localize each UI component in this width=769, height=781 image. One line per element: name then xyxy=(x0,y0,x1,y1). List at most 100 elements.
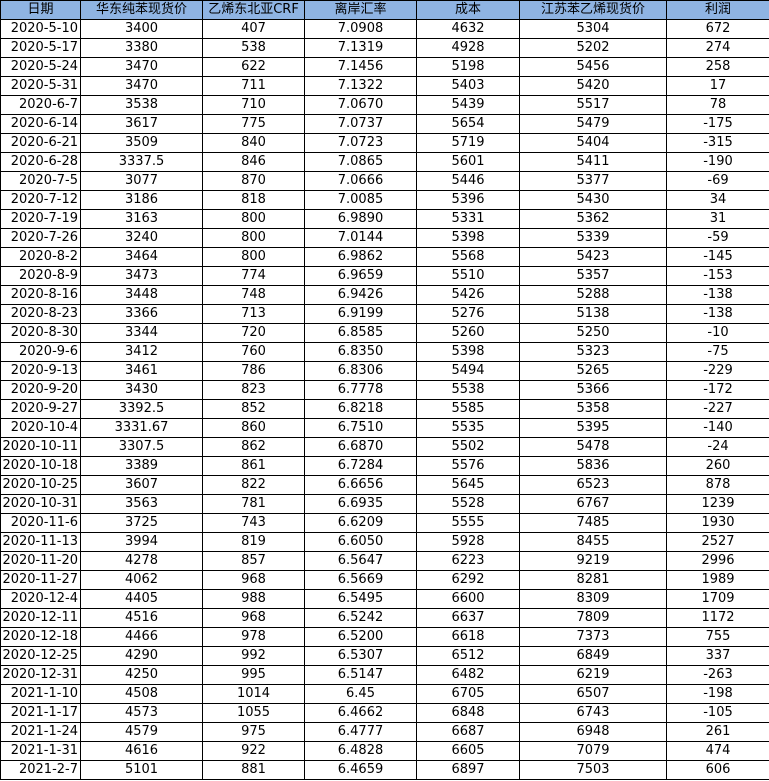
cell-profit: 606 xyxy=(666,760,769,780)
cell-ethylene-ne-asia-crf: 992 xyxy=(202,646,305,666)
table-row: 2020-5-17 3380 538 7.1319 4928 5202 274 xyxy=(0,38,769,58)
cell-date: 2020-7-26 xyxy=(0,228,81,248)
table-row: 2020-7-19 3163 800 6.9890 5331 5362 31 xyxy=(0,209,769,229)
cell-east-china-benzene-spot: 3563 xyxy=(80,494,203,514)
cell-profit: 337 xyxy=(666,646,769,666)
cell-profit: 2527 xyxy=(666,532,769,552)
cell-offshore-exchange-rate: 6.8218 xyxy=(304,399,417,419)
cell-date: 2020-12-25 xyxy=(0,646,81,666)
cell-cost: 6512 xyxy=(416,646,520,666)
cell-offshore-exchange-rate: 7.1322 xyxy=(304,76,417,96)
cell-profit: 261 xyxy=(666,722,769,742)
cell-date: 2020-10-18 xyxy=(0,456,81,476)
cell-jiangsu-styrene-spot: 5304 xyxy=(519,19,667,39)
cell-date: 2020-6-7 xyxy=(0,95,81,115)
cell-ethylene-ne-asia-crf: 846 xyxy=(202,152,305,172)
table-row: 2020-12-11 4516 968 6.5242 6637 7809 1172 xyxy=(0,608,769,628)
cell-east-china-benzene-spot: 3412 xyxy=(80,342,203,362)
cell-east-china-benzene-spot: 3331.67 xyxy=(80,418,203,438)
cell-ethylene-ne-asia-crf: 988 xyxy=(202,589,305,609)
cell-east-china-benzene-spot: 3464 xyxy=(80,247,203,267)
cell-offshore-exchange-rate: 6.7510 xyxy=(304,418,417,438)
cell-cost: 4632 xyxy=(416,19,520,39)
cell-offshore-exchange-rate: 7.0723 xyxy=(304,133,417,153)
cell-cost: 6482 xyxy=(416,665,520,685)
cell-jiangsu-styrene-spot: 9219 xyxy=(519,551,667,571)
cell-jiangsu-styrene-spot: 6849 xyxy=(519,646,667,666)
cell-date: 2020-10-25 xyxy=(0,475,81,495)
cell-east-china-benzene-spot: 3344 xyxy=(80,323,203,343)
cell-profit: -227 xyxy=(666,399,769,419)
styrene-profit-table: 日期 华东纯苯现货价 乙烯东北亚CRF 离岸汇率 成本 江苏苯乙烯现货价 利润 … xyxy=(0,0,769,780)
cell-offshore-exchange-rate: 6.8306 xyxy=(304,361,417,381)
cell-ethylene-ne-asia-crf: 1014 xyxy=(202,684,305,704)
cell-date: 2020-10-31 xyxy=(0,494,81,514)
cell-east-china-benzene-spot: 4405 xyxy=(80,589,203,609)
cell-offshore-exchange-rate: 6.8585 xyxy=(304,323,417,343)
cell-profit: -315 xyxy=(666,133,769,153)
table-row: 2020-9-20 3430 823 6.7778 5538 5366 -172 xyxy=(0,380,769,400)
cell-ethylene-ne-asia-crf: 622 xyxy=(202,57,305,77)
cell-offshore-exchange-rate: 7.1319 xyxy=(304,38,417,58)
cell-profit: -10 xyxy=(666,323,769,343)
cell-east-china-benzene-spot: 3380 xyxy=(80,38,203,58)
cell-jiangsu-styrene-spot: 5456 xyxy=(519,57,667,77)
cell-profit: -190 xyxy=(666,152,769,172)
cell-east-china-benzene-spot: 3430 xyxy=(80,380,203,400)
table-row: 2020-11-27 4062 968 6.5669 6292 8281 1989 xyxy=(0,570,769,590)
header-jiangsu-styrene-spot: 江苏苯乙烯现货价 xyxy=(519,0,667,20)
cell-profit: 1239 xyxy=(666,494,769,514)
cell-ethylene-ne-asia-crf: 407 xyxy=(202,19,305,39)
cell-date: 2020-6-21 xyxy=(0,133,81,153)
cell-date: 2020-6-14 xyxy=(0,114,81,134)
cell-profit: 78 xyxy=(666,95,769,115)
cell-jiangsu-styrene-spot: 5366 xyxy=(519,380,667,400)
cell-east-china-benzene-spot: 3509 xyxy=(80,133,203,153)
cell-ethylene-ne-asia-crf: 822 xyxy=(202,475,305,495)
cell-profit: 31 xyxy=(666,209,769,229)
cell-offshore-exchange-rate: 7.0865 xyxy=(304,152,417,172)
cell-jiangsu-styrene-spot: 6523 xyxy=(519,475,667,495)
cell-ethylene-ne-asia-crf: 881 xyxy=(202,760,305,780)
cell-date: 2020-6-28 xyxy=(0,152,81,172)
cell-jiangsu-styrene-spot: 5479 xyxy=(519,114,667,134)
cell-east-china-benzene-spot: 3337.5 xyxy=(80,152,203,172)
table-row: 2020-8-9 3473 774 6.9659 5510 5357 -153 xyxy=(0,266,769,286)
cell-offshore-exchange-rate: 6.5307 xyxy=(304,646,417,666)
cell-east-china-benzene-spot: 4250 xyxy=(80,665,203,685)
cell-jiangsu-styrene-spot: 5395 xyxy=(519,418,667,438)
cell-profit: -145 xyxy=(666,247,769,267)
cell-cost: 5398 xyxy=(416,228,520,248)
cell-date: 2020-11-20 xyxy=(0,551,81,571)
table-row: 2020-9-13 3461 786 6.8306 5494 5265 -229 xyxy=(0,361,769,381)
cell-date: 2021-1-17 xyxy=(0,703,81,723)
header-profit: 利润 xyxy=(666,0,769,20)
cell-profit: -198 xyxy=(666,684,769,704)
table-row: 2020-7-26 3240 800 7.0144 5398 5339 -59 xyxy=(0,228,769,248)
cell-offshore-exchange-rate: 6.7778 xyxy=(304,380,417,400)
cell-offshore-exchange-rate: 6.45 xyxy=(304,684,417,704)
cell-jiangsu-styrene-spot: 5265 xyxy=(519,361,667,381)
table-row: 2021-1-17 4573 1055 6.4662 6848 6743 -105 xyxy=(0,703,769,723)
cell-profit: 17 xyxy=(666,76,769,96)
cell-east-china-benzene-spot: 4466 xyxy=(80,627,203,647)
cell-ethylene-ne-asia-crf: 748 xyxy=(202,285,305,305)
cell-east-china-benzene-spot: 4579 xyxy=(80,722,203,742)
table-row: 2020-10-18 3389 861 6.7284 5576 5836 260 xyxy=(0,456,769,476)
cell-ethylene-ne-asia-crf: 1055 xyxy=(202,703,305,723)
cell-east-china-benzene-spot: 4062 xyxy=(80,570,203,590)
cell-date: 2020-9-13 xyxy=(0,361,81,381)
cell-cost: 5439 xyxy=(416,95,520,115)
cell-jiangsu-styrene-spot: 5423 xyxy=(519,247,667,267)
cell-jiangsu-styrene-spot: 7809 xyxy=(519,608,667,628)
cell-profit: 258 xyxy=(666,57,769,77)
cell-date: 2021-2-7 xyxy=(0,760,81,780)
cell-jiangsu-styrene-spot: 6743 xyxy=(519,703,667,723)
cell-offshore-exchange-rate: 6.4828 xyxy=(304,741,417,761)
cell-offshore-exchange-rate: 6.4777 xyxy=(304,722,417,742)
cell-jiangsu-styrene-spot: 5836 xyxy=(519,456,667,476)
cell-east-china-benzene-spot: 4616 xyxy=(80,741,203,761)
cell-east-china-benzene-spot: 4290 xyxy=(80,646,203,666)
cell-ethylene-ne-asia-crf: 860 xyxy=(202,418,305,438)
cell-profit: 260 xyxy=(666,456,769,476)
